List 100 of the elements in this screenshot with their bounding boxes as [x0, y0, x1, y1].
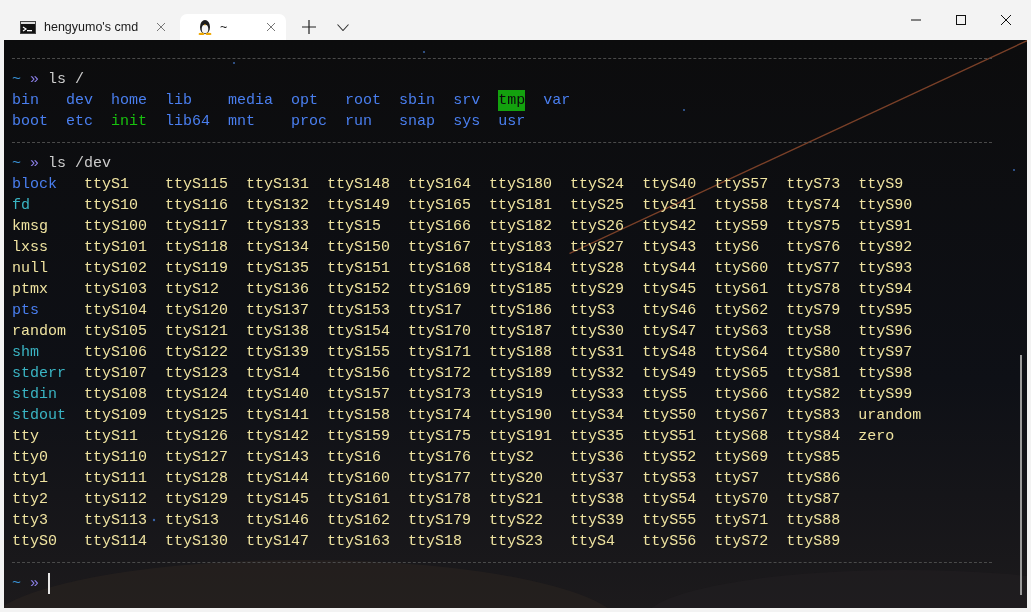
- file-name: ttyS165: [408, 196, 472, 216]
- file-name: ttyS164: [408, 175, 472, 195]
- close-icon: [1000, 15, 1011, 25]
- file-name: ttyS51: [642, 427, 697, 447]
- file-name: ttyS27: [570, 238, 625, 258]
- file-name: zero: [858, 427, 896, 447]
- file-name: ttyS166: [408, 217, 472, 237]
- file-name: ttyS23: [489, 532, 545, 552]
- file-name: ttyS158: [327, 406, 391, 426]
- file-name: ttyS3: [570, 301, 617, 321]
- file-name: usr: [498, 112, 526, 132]
- file-name: ttyS107: [84, 364, 148, 384]
- file-name: ttyS55: [642, 511, 697, 531]
- file-name: snap: [399, 112, 436, 132]
- file-name: ttyS97: [858, 343, 914, 363]
- tab[interactable]: hengyumo's cmd: [2, 14, 177, 40]
- file-name: ttyS86: [786, 469, 841, 489]
- file-name: ttyS67: [714, 406, 769, 426]
- file-name: ttyS181: [489, 196, 553, 216]
- file-name: ttyS39: [570, 511, 625, 531]
- file-name: ttyS13: [165, 511, 221, 531]
- file-name: ttyS66: [714, 385, 769, 405]
- file-name: tty3: [12, 511, 49, 531]
- file-name: ttyS149: [327, 196, 391, 216]
- command-text: ls /: [48, 71, 85, 88]
- file-name: ttyS83: [786, 406, 841, 426]
- file-name: ttyS128: [165, 469, 229, 489]
- close-icon[interactable]: [266, 22, 277, 32]
- file-name: ttyS184: [489, 259, 553, 279]
- chevron-down-icon: [337, 23, 350, 31]
- file-name: ttyS160: [327, 469, 391, 489]
- file-name: lib64: [165, 112, 211, 132]
- file-name: ttyS102: [84, 259, 148, 279]
- file-name: ttyS28: [570, 259, 625, 279]
- file-name: ttyS44: [642, 259, 697, 279]
- file-name: ttyS116: [165, 196, 229, 216]
- file-name: ttyS42: [642, 217, 697, 237]
- file-name: ttyS21: [489, 490, 545, 510]
- file-name: ttyS94: [858, 280, 914, 300]
- file-name: var: [543, 91, 571, 111]
- file-name: tty2: [12, 490, 49, 510]
- file-name: boot: [12, 112, 48, 132]
- file-name: ttyS32: [570, 364, 625, 384]
- file-name: ttyS88: [786, 511, 841, 531]
- file-name: etc: [66, 112, 94, 132]
- file-name: ttyS113: [84, 511, 148, 531]
- file-name: ttyS100: [84, 217, 148, 237]
- file-name: ttyS125: [165, 406, 229, 426]
- file-name: sys: [453, 112, 481, 132]
- file-name: init: [111, 112, 148, 132]
- file-name: ttyS19: [489, 385, 545, 405]
- file-name: ttyS104: [84, 301, 148, 321]
- file-name: ttyS172: [408, 364, 472, 384]
- file-name: ttyS41: [642, 196, 697, 216]
- file-name: ttyS84: [786, 427, 841, 447]
- file-name: ttyS156: [327, 364, 391, 384]
- file-name: ttyS61: [714, 280, 769, 300]
- scrollbar[interactable]: [1020, 355, 1022, 595]
- file-name: ttyS12: [165, 280, 221, 300]
- file-name: ttyS45: [642, 280, 697, 300]
- plus-icon: [302, 20, 317, 34]
- file-name: ttyS105: [84, 322, 148, 342]
- file-name: ttyS33: [570, 385, 625, 405]
- file-name: root: [345, 91, 382, 111]
- file-name: ttyS5: [642, 385, 689, 405]
- file-name: sbin: [399, 91, 436, 111]
- file-name: ttyS134: [246, 238, 310, 258]
- file-name: ttyS115: [165, 175, 229, 195]
- file-name: ttyS49: [642, 364, 697, 384]
- file-name: ttyS77: [786, 259, 841, 279]
- file-name: ttyS37: [570, 469, 625, 489]
- file-name: ttyS191: [489, 427, 553, 447]
- tab[interactable]: ~: [180, 14, 287, 40]
- file-name: ttyS132: [246, 196, 310, 216]
- file-name: tmp: [498, 90, 526, 111]
- file-name: ttyS36: [570, 448, 625, 468]
- file-name: ttyS14: [246, 364, 302, 384]
- file-name: ttyS179: [408, 511, 472, 531]
- close-icon[interactable]: [156, 22, 167, 32]
- file-name: ptmx: [12, 280, 49, 300]
- file-name: stdout: [12, 406, 66, 426]
- file-name: ttyS20: [489, 469, 545, 489]
- file-name: tty1: [12, 469, 49, 489]
- file-name: ttyS29: [570, 280, 625, 300]
- file-name: ttyS53: [642, 469, 697, 489]
- file-name: ttyS122: [165, 343, 229, 363]
- file-name: ttyS120: [165, 301, 229, 321]
- file-name: ttyS11: [84, 427, 140, 447]
- file-name: ttyS91: [858, 217, 914, 237]
- file-name: ttyS177: [408, 469, 472, 489]
- file-name: ttyS70: [714, 490, 769, 510]
- file-name: ttyS124: [165, 385, 229, 405]
- file-name: ttyS54: [642, 490, 697, 510]
- file-name: ttyS171: [408, 343, 472, 363]
- file-name: ttyS26: [570, 217, 625, 237]
- file-name: ttyS63: [714, 322, 769, 342]
- file-name: ttyS35: [570, 427, 625, 447]
- penguin-icon: [198, 19, 213, 35]
- file-name: ttyS133: [246, 217, 310, 237]
- file-name: ttyS81: [786, 364, 841, 384]
